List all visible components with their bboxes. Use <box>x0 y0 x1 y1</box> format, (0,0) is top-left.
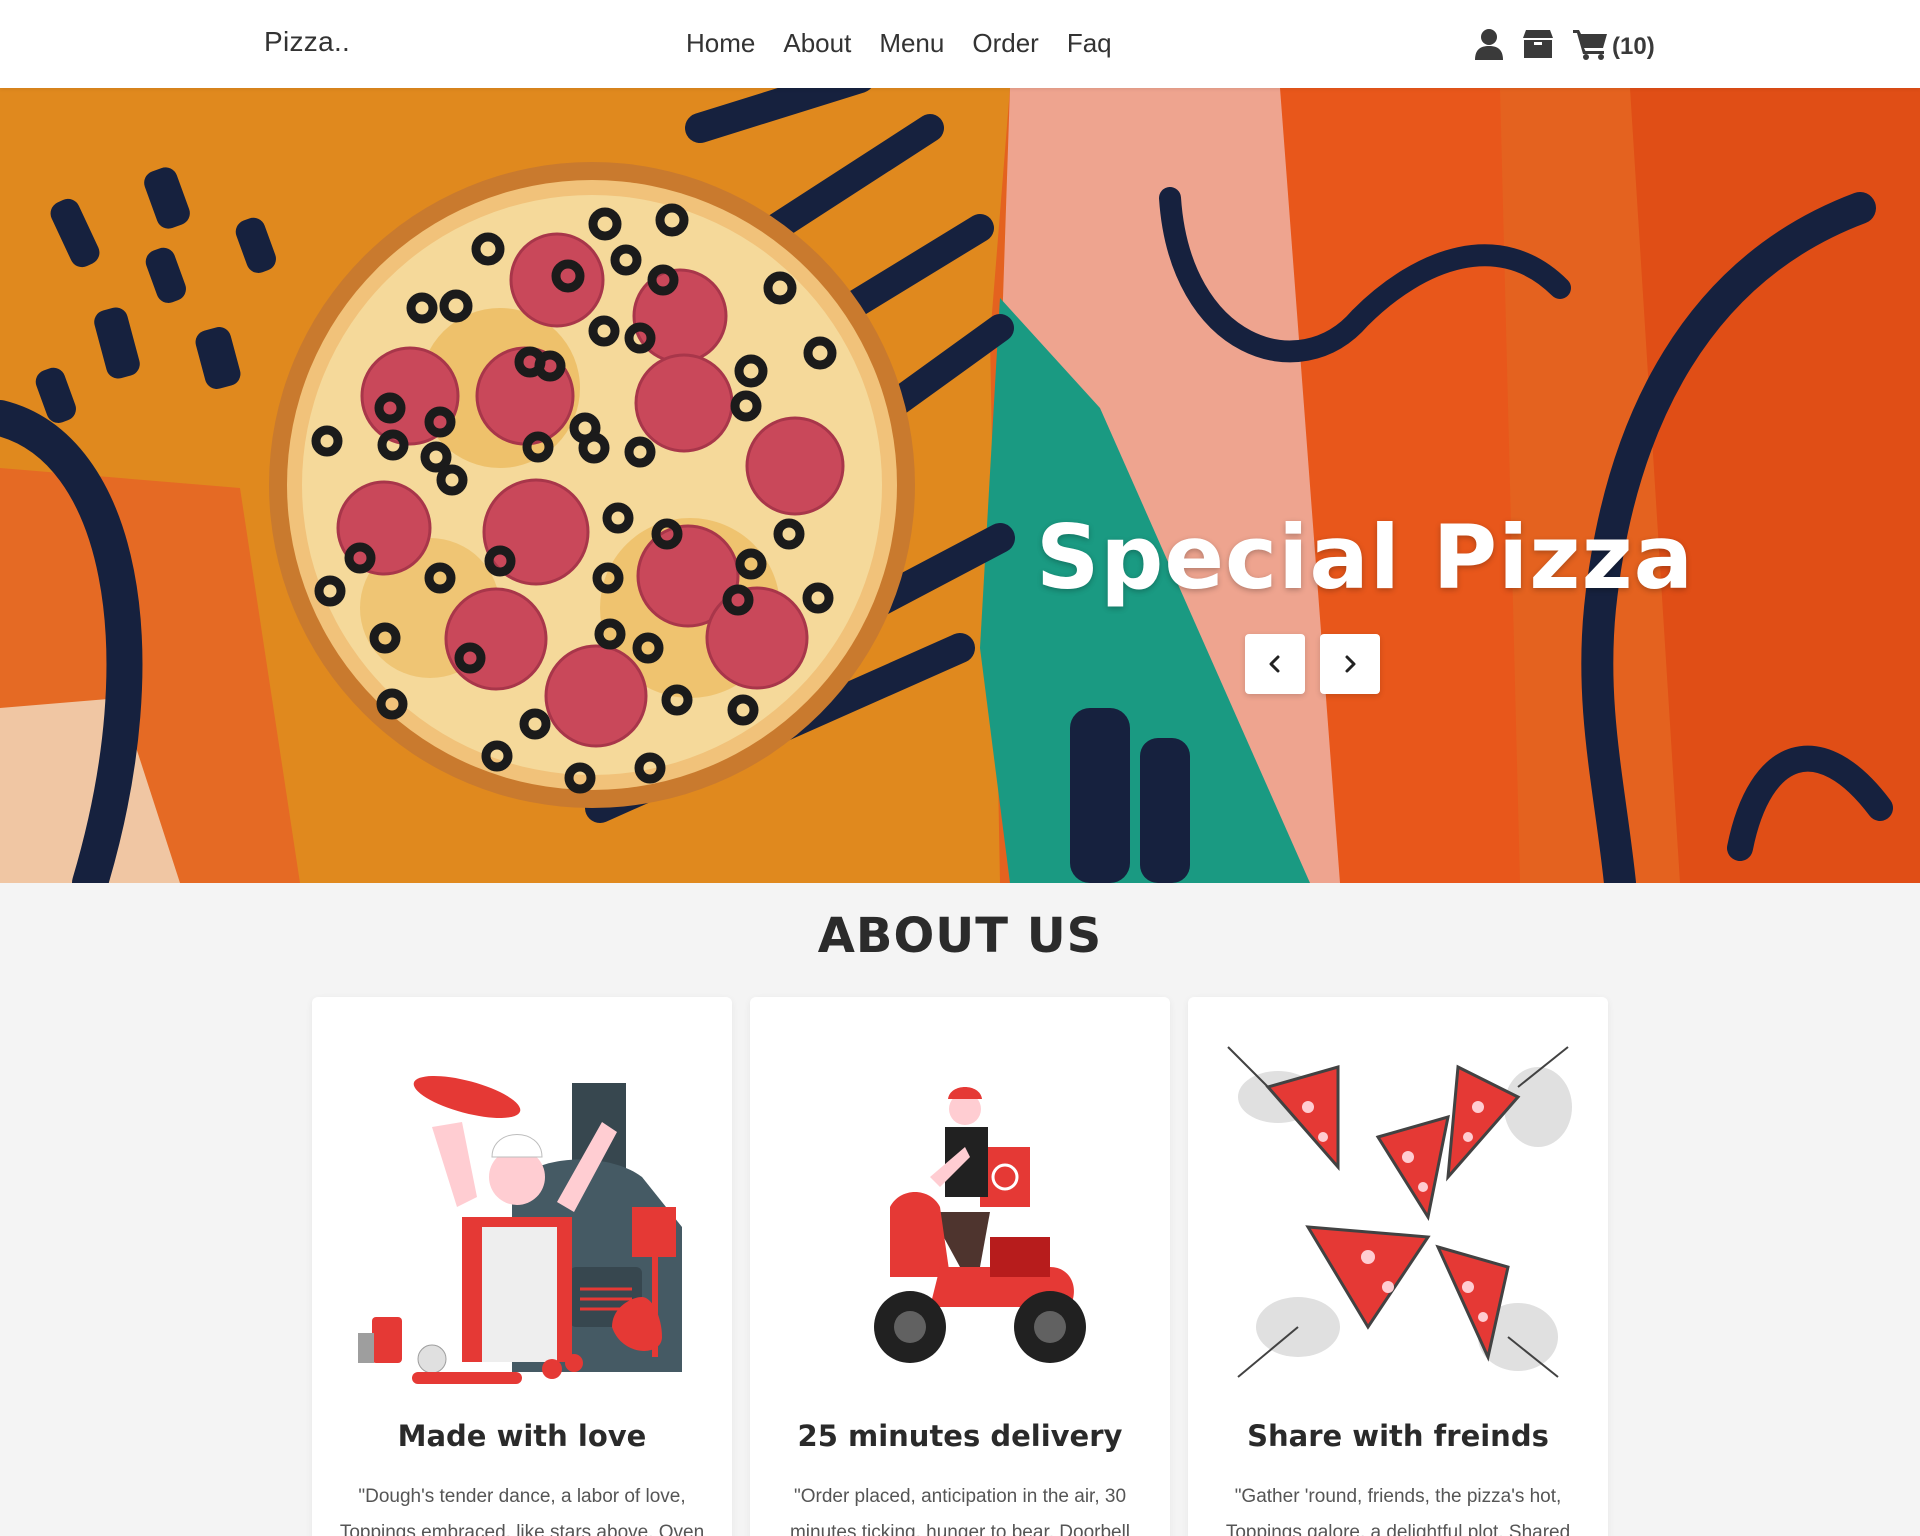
card-text-share: "Gather 'round, friends, the pizza's hot… <box>1225 1486 1571 1536</box>
chevron-right-icon <box>1345 655 1356 673</box>
card-title-share: Share with freinds <box>1247 1419 1549 1453</box>
chevron-left-icon <box>1269 655 1280 673</box>
sharing-pizza-illustration <box>1227 1046 1572 1378</box>
chef-illustration <box>358 1075 682 1384</box>
navbar: Pizza.. Home About Menu Order Faq (10) <box>0 0 1920 88</box>
card-title-delivery: 25 minutes delivery <box>797 1419 1123 1453</box>
carousel-next-button[interactable] <box>1320 634 1380 694</box>
about-section-title: ABOUT US <box>817 908 1103 964</box>
nav-link-faq[interactable]: Faq <box>1067 28 1112 59</box>
user-icon[interactable] <box>1472 24 1506 64</box>
box-icon[interactable] <box>1520 24 1556 64</box>
card-title-love: Made with love <box>397 1419 647 1453</box>
about-card-delivery: 25 minutes delivery "Order placed, antic… <box>750 997 1170 1536</box>
carousel-prev-button[interactable] <box>1245 634 1305 694</box>
hero-carousel: Special Pizza <box>0 88 1920 883</box>
nav-link-about[interactable]: About <box>783 28 851 59</box>
card-text-delivery: "Order placed, anticipation in the air, … <box>789 1486 1131 1536</box>
nav-link-home[interactable]: Home <box>686 28 755 59</box>
hero-background-image <box>0 88 1920 883</box>
cart-icon[interactable] <box>1572 24 1610 64</box>
about-card-share: Share with freinds "Gather 'round, frien… <box>1188 997 1608 1536</box>
cart-count-badge[interactable]: (10) <box>1612 33 1655 61</box>
main-nav: Home About Menu Order Faq <box>686 28 1112 59</box>
pizza-image <box>269 162 915 808</box>
about-card-love: Made with love "Dough's tender dance, a … <box>312 997 732 1536</box>
card-text-love: "Dough's tender dance, a labor of love, … <box>339 1486 705 1536</box>
hero-title: Special Pizza <box>1036 506 1695 609</box>
delivery-scooter-illustration <box>874 1087 1086 1363</box>
nav-link-order[interactable]: Order <box>972 28 1038 59</box>
nav-icon-group: (10) <box>1472 24 1655 64</box>
brand-logo[interactable]: Pizza.. <box>264 26 350 58</box>
nav-link-menu[interactable]: Menu <box>879 28 944 59</box>
